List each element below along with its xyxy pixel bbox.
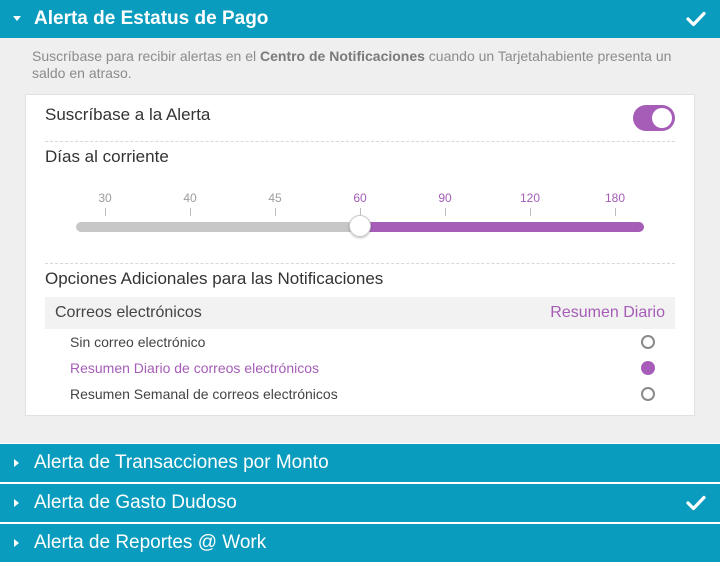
panel-body-estatus-pago: Suscríbase para recibir alertas en el Ce… xyxy=(0,38,720,443)
slider-tick-mark xyxy=(275,208,276,216)
slider-tick-label[interactable]: 30 xyxy=(98,191,111,205)
caret-right-icon xyxy=(0,498,34,508)
panel-title: Alerta de Transacciones por Monto xyxy=(34,452,329,473)
panel-title: Alerta de Reportes @ Work xyxy=(34,532,267,553)
days-label: Días al corriente xyxy=(45,147,169,166)
slider-tick-label[interactable]: 40 xyxy=(183,191,196,205)
options-label: Opciones Adicionales para las Notificaci… xyxy=(45,269,384,288)
checkmark-icon xyxy=(686,11,706,27)
slider-tick-mark xyxy=(530,208,531,216)
slider-tick-mark xyxy=(445,208,446,216)
panel-header-transacciones-monto[interactable]: Alerta de Transacciones por Monto xyxy=(0,444,720,482)
slider-track-active xyxy=(356,222,644,232)
panel-header-gasto-dudoso[interactable]: Alerta de Gasto Dudoso xyxy=(0,484,720,522)
radio-weekly-summary[interactable] xyxy=(641,387,655,401)
slider-tick-mark xyxy=(190,208,191,216)
radio-no-email[interactable] xyxy=(641,335,655,349)
divider xyxy=(45,263,675,264)
slider-tick-label[interactable]: 120 xyxy=(520,191,540,205)
caret-right-icon xyxy=(0,538,34,548)
email-header-label: Correos electrónicos xyxy=(55,304,202,321)
subscribe-label: Suscríbase a la Alerta xyxy=(45,105,211,124)
slider-tick-mark xyxy=(615,208,616,216)
slider-tick-label[interactable]: 180 xyxy=(605,191,625,205)
option-no-email[interactable]: Sin correo electrónico xyxy=(70,334,205,350)
slider-tick-label[interactable]: 45 xyxy=(268,191,281,205)
subscribe-toggle[interactable] xyxy=(633,105,675,131)
email-selected-summary: Resumen Diario xyxy=(550,304,665,321)
alert-settings-card: Suscríbase a la Alerta Días al corriente… xyxy=(25,94,695,416)
panel-header-estatus-pago[interactable]: Alerta de Estatus de Pago xyxy=(0,0,720,38)
panel-header-reportes-work[interactable]: Alerta de Reportes @ Work xyxy=(0,524,720,562)
slider-tick-label[interactable]: 90 xyxy=(438,191,451,205)
radio-daily-summary[interactable] xyxy=(641,361,655,375)
slider-track-inactive xyxy=(76,222,362,232)
checkmark-icon xyxy=(686,495,706,511)
toggle-knob xyxy=(652,108,672,128)
slider-thumb[interactable] xyxy=(349,215,371,237)
divider xyxy=(45,141,675,142)
notification-center-name: Centro de Notificaciones xyxy=(260,48,425,64)
panel-title: Alerta de Estatus de Pago xyxy=(34,8,269,29)
panel-title: Alerta de Gasto Dudoso xyxy=(34,492,237,513)
caret-down-icon xyxy=(0,15,34,23)
caret-right-icon xyxy=(0,458,34,468)
slider-tick-mark xyxy=(105,208,106,216)
slider-tick-label[interactable]: 60 xyxy=(353,191,366,205)
option-daily-summary[interactable]: Resumen Diario de correos electrónicos xyxy=(70,360,319,376)
email-options-header: Correos electrónicos Resumen Diario xyxy=(45,297,675,329)
panel-description: Suscríbase para recibir alertas en el Ce… xyxy=(32,48,672,81)
option-weekly-summary[interactable]: Resumen Semanal de correos electrónicos xyxy=(70,386,338,402)
